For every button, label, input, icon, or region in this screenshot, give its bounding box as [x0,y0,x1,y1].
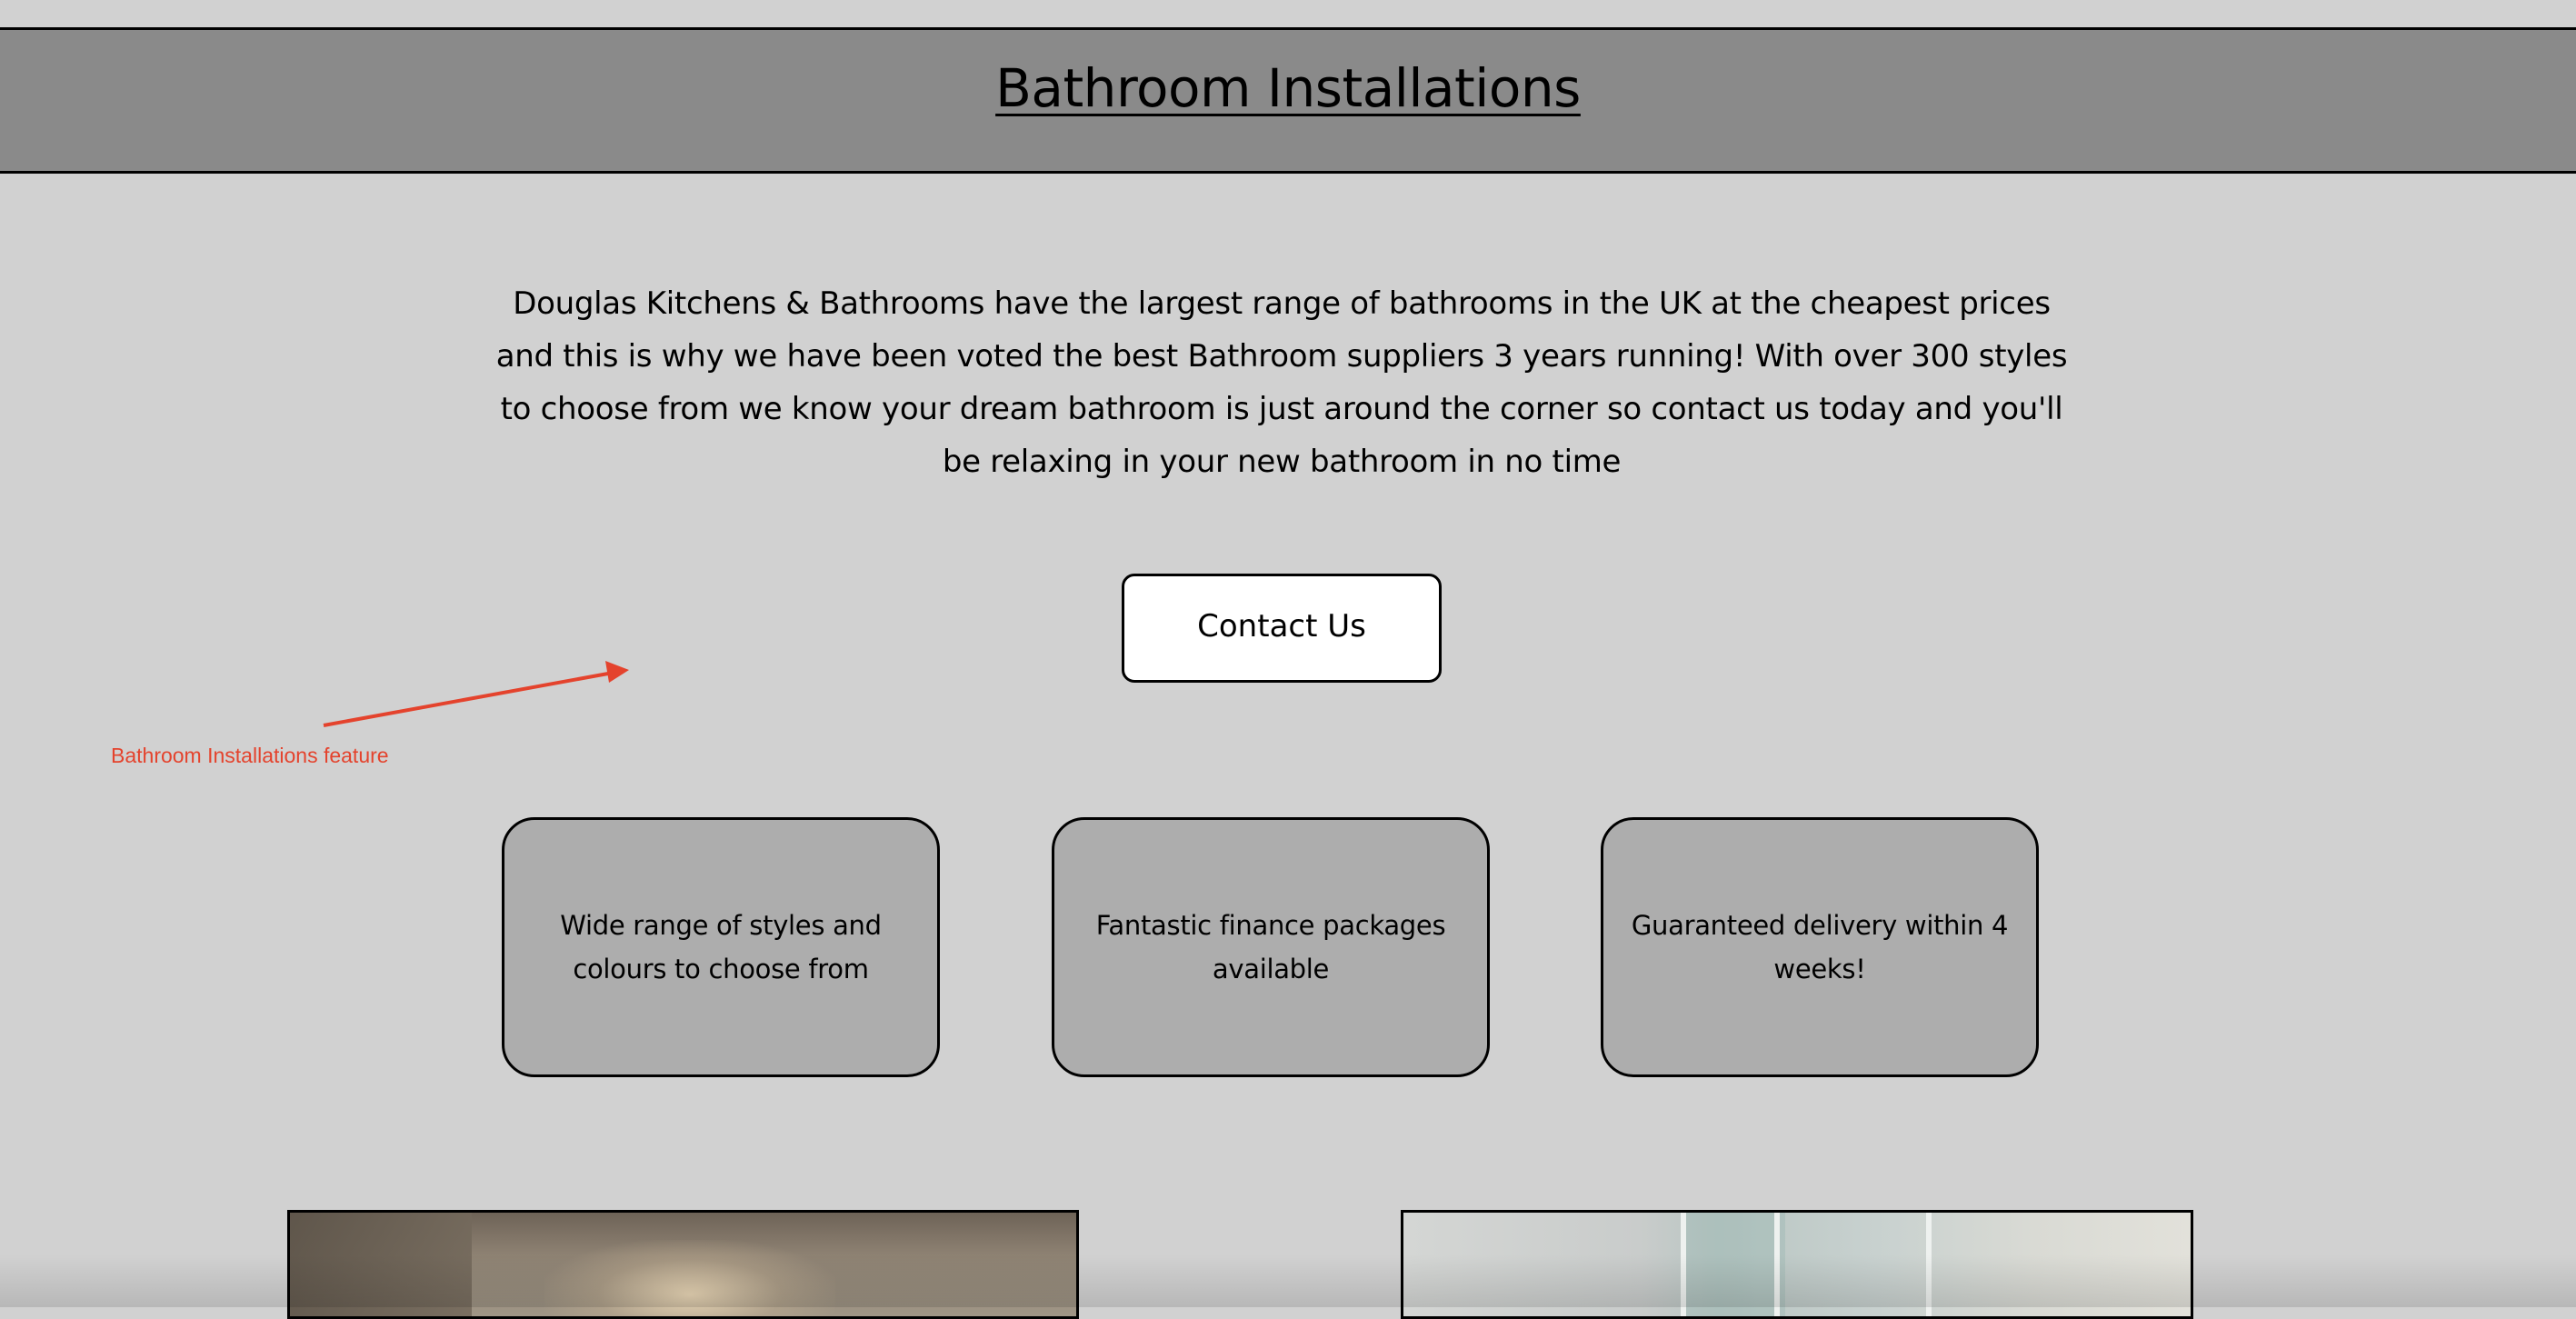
photo-glass-frame [1681,1213,1686,1316]
photo-glass-panel [1685,1213,1785,1316]
feature-card-delivery: Guaranteed delivery within 4 weeks! [1601,817,2039,1077]
feature-card-finance: Fantastic finance packages available [1052,817,1490,1077]
feature-text: Guaranteed delivery within 4 weeks! [1631,910,2009,984]
bathroom-photo-1 [287,1210,1079,1319]
page-title: Bathroom Installations [995,57,1581,119]
annotation-arrow-icon [323,661,629,727]
annotation-label: Bathroom Installations feature [111,744,389,767]
feature-text: Fantastic finance packages available [1095,910,1446,984]
bathroom-photo-2 [1401,1210,2193,1319]
photo-ceiling-shade [290,1213,472,1316]
page-header: Bathroom Installations [0,27,2576,174]
photo-glass-frame [1926,1213,1932,1316]
intro-paragraph: Douglas Kitchens & Bathrooms have the la… [495,285,2068,480]
photo-glass-frame [1774,1213,1780,1316]
feature-card-styles: Wide range of styles and colours to choo… [502,817,940,1077]
feature-text: Wide range of styles and colours to choo… [560,910,882,984]
contact-us-button[interactable]: Contact Us [1122,574,1442,683]
